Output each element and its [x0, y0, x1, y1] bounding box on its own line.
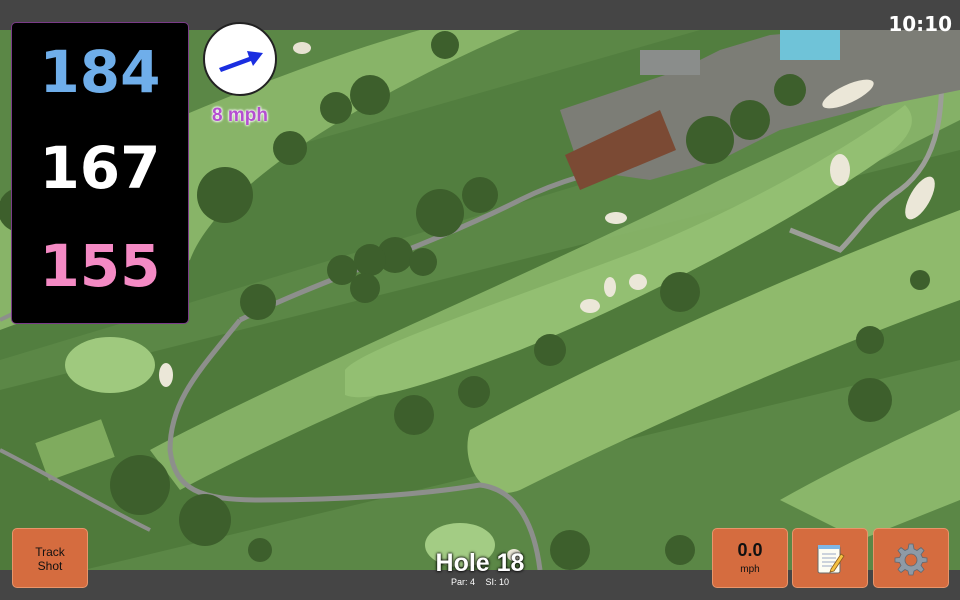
notes-button[interactable] — [792, 528, 868, 588]
wind-indicator[interactable] — [203, 22, 277, 96]
front-distance: 155 — [39, 232, 161, 300]
wind-speed-label: 8 mph — [212, 105, 268, 126]
notepad-icon — [817, 545, 845, 574]
speed-value: 0.0 — [737, 540, 763, 560]
center-distance: 167 — [39, 134, 161, 202]
hole-title: Hole 18 — [435, 549, 525, 577]
gear-icon — [894, 543, 928, 576]
speed-button[interactable]: 0.0 mph — [712, 528, 788, 588]
par-label: Par: 4 — [450, 577, 475, 587]
wind-arrow-icon — [219, 51, 263, 72]
clock: 10:10 — [888, 12, 952, 36]
distance-panel[interactable]: 184 167 155 — [11, 22, 189, 324]
stroke-index-label: SI: 10 — [485, 577, 510, 587]
track-shot-label-line1: Track — [35, 545, 65, 559]
back-distance: 184 — [39, 38, 161, 106]
track-shot-button[interactable]: Track Shot — [12, 528, 88, 588]
hole-meta: Par: 4 SI: 10 — [380, 577, 580, 587]
settings-button[interactable] — [873, 528, 949, 588]
speed-unit: mph — [740, 564, 760, 575]
track-shot-label-line2: Shot — [37, 559, 63, 573]
